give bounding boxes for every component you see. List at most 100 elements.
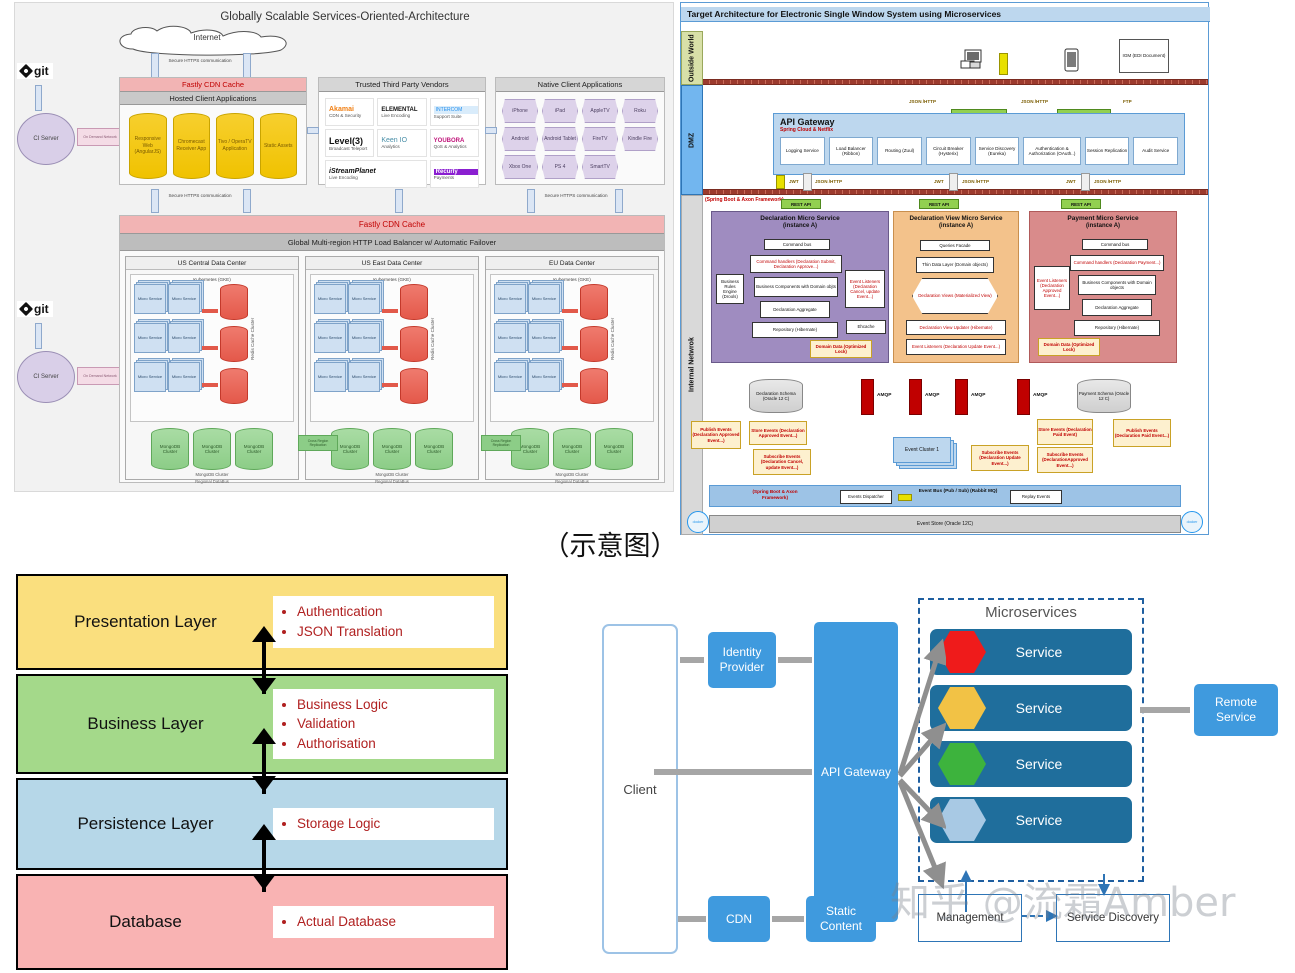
svc0-domain-data: Domain Data (Optimized Lock) xyxy=(810,340,872,358)
yellow-arrow-down-2 xyxy=(776,175,785,189)
vendors-header: Trusted Third Party Vendors xyxy=(319,78,485,92)
protocol-label-0: JSON /HTTP xyxy=(909,99,937,104)
bullet: JSON Translation xyxy=(297,622,484,642)
event-cluster: Event Cluster 1 xyxy=(893,437,951,463)
vendor-youbora: YOUBORA QoS & Analytics xyxy=(429,129,479,157)
service-label-3: Service xyxy=(1015,812,1063,828)
amqp-queue-1 xyxy=(909,379,922,415)
gw-cell-2: Routing (Zuul) xyxy=(877,137,922,165)
https-arrow-7 xyxy=(615,189,623,213)
redis-arrow xyxy=(562,346,578,350)
diagram-caption: （示意图） xyxy=(542,531,678,562)
k8s-cluster-1: Kubernetes (GKE) Micro Service Micro Ser… xyxy=(310,274,474,422)
svc2-name: Payment Micro Service xyxy=(1067,215,1139,222)
redis-arrow xyxy=(562,383,578,387)
native-client-9: PS 4 xyxy=(542,155,578,179)
micro-service: Micro Service xyxy=(348,362,380,392)
events-dispatcher: Events Dispatcher xyxy=(840,490,892,504)
ci-link-top: On Demand Network xyxy=(77,128,123,146)
arrow-service-to-remote xyxy=(1140,707,1190,713)
microservices-title: Microservices xyxy=(985,604,1077,621)
svc2-business-components: Business Components with Domain objects xyxy=(1078,275,1156,295)
mongo-cluster: MongoDB Cluster xyxy=(553,428,591,470)
hosted-apps-header: Hosted Client Applications xyxy=(120,92,306,105)
ci-server-bottom: CI Server xyxy=(17,351,75,403)
amqp-label-3: AMQP xyxy=(1033,393,1048,398)
subscribe-events-payment: Subscribe Events (DeclarationApproved Ev… xyxy=(1037,447,1093,473)
esw-title: Target Architecture for Electronic Singl… xyxy=(681,7,1210,22)
mongo-cluster: MongoDB Cluster xyxy=(151,428,189,470)
docker-icon-right: docker xyxy=(1181,511,1203,533)
replay-events: Replay Events xyxy=(1010,490,1062,504)
redis-arrows-2 xyxy=(562,284,578,404)
event-bus-band: (Spring Boot & Axon Framework) Events Di… xyxy=(709,485,1181,507)
api-gateway-box: API Gateway xyxy=(814,622,898,922)
vendor-name-4: Keen IO xyxy=(381,137,408,144)
soa-diagram: Globally Scalable Services-Oriented-Arch… xyxy=(14,2,674,492)
k8s-label-2: Kubernetes (GKE) xyxy=(553,277,591,282)
hosted-apps-row: Responsive Web (AngularJS) Chromecast Re… xyxy=(120,105,306,187)
svc1-thin-data-layer: Thin Data Layer (Domain objects) xyxy=(916,257,994,273)
panel-connector-2 xyxy=(485,127,497,134)
git-badge-bottom: git xyxy=(17,301,53,317)
native-clients-header: Native Client Applications xyxy=(496,78,664,92)
bullet: Storage Logic xyxy=(297,814,484,834)
mobile-device-icon xyxy=(1064,48,1079,72)
micro-service: Micro Service xyxy=(494,323,526,353)
native-client-4: Android xyxy=(502,127,538,151)
amqp-label-0: AMQP xyxy=(877,393,892,398)
vendor-cap-2: Support Suite xyxy=(433,113,462,119)
vendor-cap-0: CDN & Security xyxy=(329,113,362,118)
bullet: Authentication xyxy=(297,602,484,622)
svc2-aggregate: Declaration Aggregate xyxy=(1082,299,1152,316)
vendor-name-0: Akamai xyxy=(329,106,354,113)
bullet: Business Logic xyxy=(297,695,484,715)
payment-schema-db: Payment Schema (Oracle 12 C) xyxy=(1077,379,1131,413)
subscribe-events-view: Subscribe Events (Declaration Update Eve… xyxy=(971,445,1029,471)
store-events-payment: Store Events (Declaration Paid Event) xyxy=(1037,419,1093,445)
k8s-body-1: Micro Service Micro Service Micro Servic… xyxy=(311,282,473,406)
gateway-fanout-arrows xyxy=(897,638,946,890)
layer-arrow-up-2 xyxy=(252,728,276,744)
git-ci-arrow-top xyxy=(35,85,42,111)
publish-events-declaration: Publish Events (Declaration Approved Eve… xyxy=(691,421,741,449)
redis-arrow xyxy=(382,346,398,350)
dc-name-2: EU Data Center xyxy=(486,257,658,270)
vendor-cap-1: Live Encoding xyxy=(381,112,411,118)
watermark: 知乎 @流霜Amber xyxy=(890,880,1236,926)
layer-arrow-down-1 xyxy=(252,678,276,694)
esw-diagram: Target Architecture for Electronic Singl… xyxy=(680,2,1210,535)
layer-name-1: Business Layer xyxy=(87,714,204,733)
service-label-0: Service xyxy=(1015,644,1063,660)
svc2-instance: (instance A) xyxy=(1085,223,1121,230)
yellow-arrow-down-1 xyxy=(999,53,1008,75)
declaration-view-micro-service: Declaration View Micro Service (instance… xyxy=(893,211,1019,363)
mongo-cluster: MongoDB Cluster xyxy=(415,428,453,470)
redis-node xyxy=(220,368,248,404)
publish-events-payment: Publish Events (Declaration Paid Event..… xyxy=(1113,419,1171,447)
git-label-bottom: git xyxy=(34,302,49,316)
https-label-left: Secure HTTPS communication xyxy=(168,193,232,198)
native-client-8: Xbox One xyxy=(502,155,538,179)
service-row-0: Service xyxy=(930,629,1132,675)
redis-col-1 xyxy=(400,284,428,404)
vendors-panel: Trusted Third Party Vendors Akamai CDN &… xyxy=(318,77,486,188)
vendor-intercom: INTERCOM Support Suite xyxy=(429,98,479,126)
svc1-name: Declaration View Micro Service xyxy=(909,215,1003,222)
amqp-queue-3 xyxy=(1017,379,1030,415)
rest-api-chip-0: REST API xyxy=(781,199,821,209)
soa-title: Globally Scalable Services-Oriented-Arch… xyxy=(220,11,470,23)
micro-service: Micro Service xyxy=(134,284,166,314)
layer-arrow-up-3 xyxy=(252,824,276,840)
redis-node xyxy=(220,284,248,320)
arrow-idp-to-gateway xyxy=(778,657,812,663)
svc2-command-handlers: Command handlers (Declaration Payment...… xyxy=(1070,255,1164,271)
amqp-queue-0 xyxy=(861,379,874,415)
redis-cluster-label-2: Redis Cache Cluster xyxy=(610,317,615,361)
layer-bullets-2: Storage Logic xyxy=(273,808,494,840)
service-label-1: Service xyxy=(1015,700,1063,716)
layered-architecture-diagram: Presentation Layer Authentication JSON T… xyxy=(16,574,508,970)
microservices-container: Microservices Service Service Service Se… xyxy=(918,598,1144,882)
desktop-computer-icon xyxy=(960,49,982,69)
api-gateway-cells: Logging Service Load Balancer (Ribbon) R… xyxy=(774,133,1184,169)
